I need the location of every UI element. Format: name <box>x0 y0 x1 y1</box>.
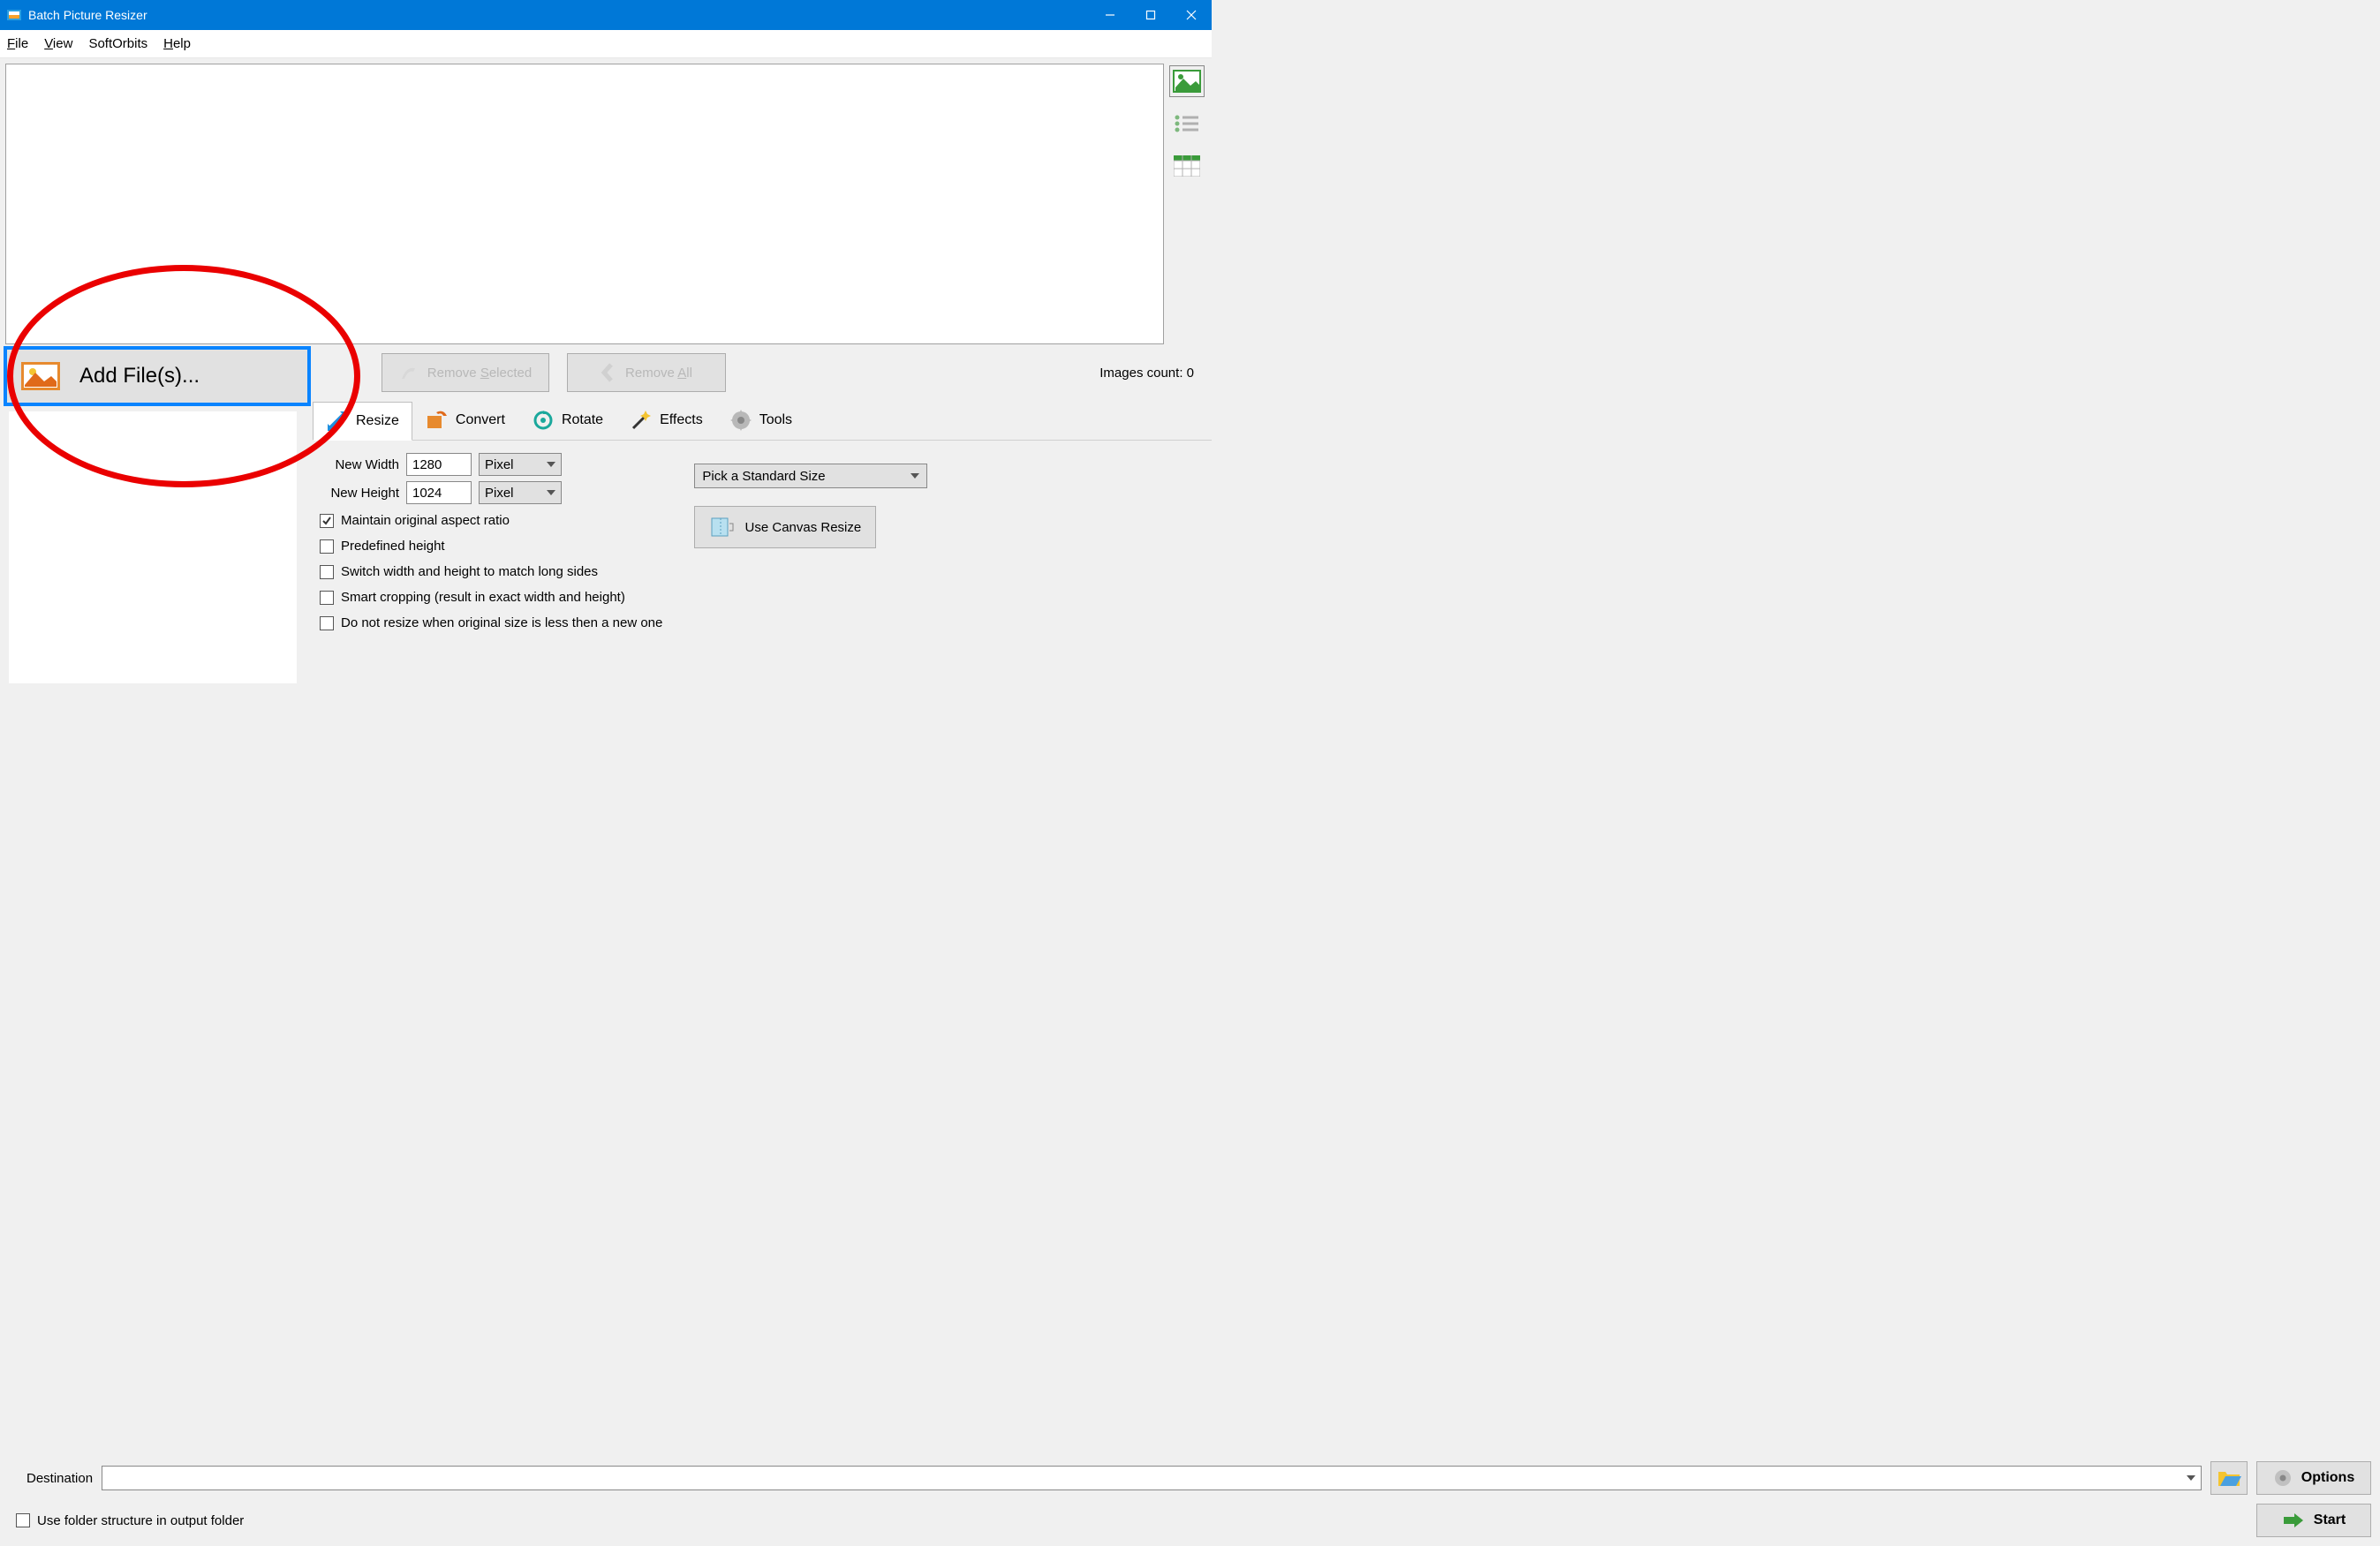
view-thumbnails-button[interactable] <box>1169 65 1205 97</box>
menu-softorbits[interactable]: SoftOrbits <box>88 36 147 51</box>
tab-tools[interactable]: Tools <box>716 401 805 440</box>
tools-icon <box>729 409 752 432</box>
remove-all-button[interactable]: Remove All <box>567 353 726 392</box>
switch-wh-checkbox[interactable] <box>320 565 334 579</box>
app-icon <box>7 8 21 22</box>
window-controls <box>1090 0 1212 30</box>
tab-effects[interactable]: Effects <box>616 401 716 440</box>
no-resize-smaller-checkbox[interactable] <box>320 616 334 630</box>
left-empty-panel <box>9 411 297 683</box>
picture-icon <box>21 362 60 390</box>
add-files-label: Add File(s)... <box>79 364 200 388</box>
predefined-height-checkbox[interactable] <box>320 539 334 554</box>
app-title: Batch Picture Resizer <box>28 8 147 22</box>
smart-crop-checkbox[interactable] <box>320 591 334 605</box>
view-list-button[interactable] <box>1169 108 1205 140</box>
switch-wh-label: Switch width and height to match long si… <box>341 564 598 579</box>
maintain-aspect-checkbox[interactable] <box>320 514 334 528</box>
new-width-input[interactable] <box>406 453 472 476</box>
new-width-label: New Width <box>320 457 399 472</box>
view-grid-button[interactable] <box>1169 150 1205 182</box>
smart-crop-label: Smart cropping (result in exact width an… <box>341 590 625 605</box>
maximize-button[interactable] <box>1130 0 1171 30</box>
standard-size-select[interactable]: Pick a Standard Size <box>694 464 927 488</box>
effects-icon <box>630 409 653 432</box>
titlebar: Batch Picture Resizer <box>0 0 1212 30</box>
options-button[interactable]: Options <box>2256 1461 2371 1495</box>
menu-view[interactable]: View <box>44 36 72 51</box>
remove-selected-button[interactable]: Remove Selected <box>382 353 549 392</box>
minimize-button[interactable] <box>1090 0 1130 30</box>
folder-structure-label: Use folder structure in output folder <box>37 1513 244 1528</box>
canvas-resize-button[interactable]: Use Canvas Resize <box>694 506 876 548</box>
destination-input[interactable] <box>102 1466 2202 1490</box>
close-button[interactable] <box>1171 0 1212 30</box>
tab-resize[interactable]: Resize <box>313 402 412 441</box>
images-count-label: Images count: 0 <box>1099 366 1201 381</box>
folder-structure-checkbox[interactable] <box>16 1513 30 1527</box>
predefined-height-label: Predefined height <box>341 539 445 554</box>
convert-icon <box>426 409 449 432</box>
resize-icon <box>326 410 349 433</box>
maintain-aspect-label: Maintain original aspect ratio <box>341 513 510 528</box>
height-unit-select[interactable]: Pixel <box>479 481 562 504</box>
image-list-area[interactable] <box>5 64 1164 344</box>
start-button[interactable]: Start <box>2256 1504 2371 1537</box>
browse-destination-button[interactable] <box>2210 1461 2248 1495</box>
tab-convert[interactable]: Convert <box>412 401 518 440</box>
new-height-label: New Height <box>320 486 399 501</box>
menubar: File View SoftOrbits Help <box>0 30 1212 58</box>
tab-rotate[interactable]: Rotate <box>518 401 616 440</box>
tabstrip: Resize Convert Rotate Effects Tools <box>313 401 1212 441</box>
rotate-icon <box>532 409 555 432</box>
width-unit-select[interactable]: Pixel <box>479 453 562 476</box>
menu-help[interactable]: Help <box>163 36 191 51</box>
add-files-button[interactable]: Add File(s)... <box>4 346 311 406</box>
menu-file[interactable]: File <box>7 36 28 51</box>
no-resize-smaller-label: Do not resize when original size is less… <box>341 615 662 630</box>
new-height-input[interactable] <box>406 481 472 504</box>
destination-label: Destination <box>9 1471 93 1486</box>
